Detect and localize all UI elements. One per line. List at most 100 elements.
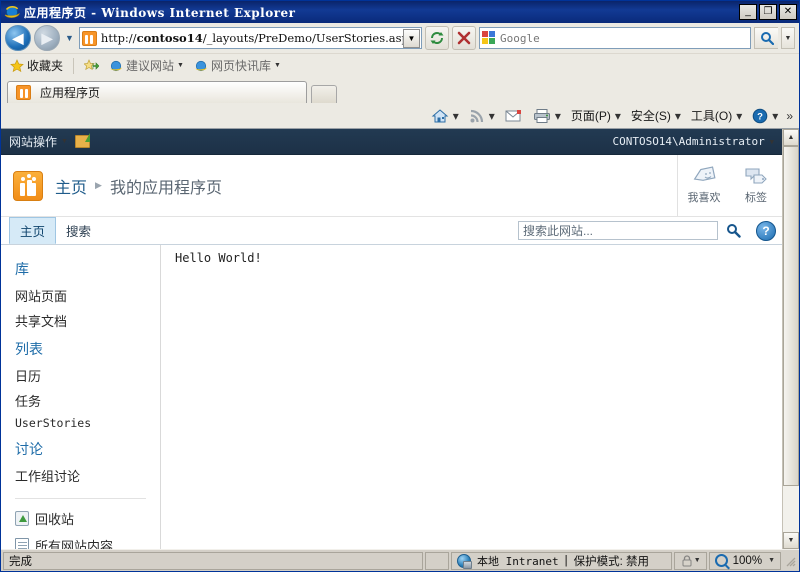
browser-search-dropdown[interactable]: ▼ [781, 27, 795, 49]
favorites-button[interactable]: 收藏夹 [7, 56, 66, 75]
svg-text:?: ? [757, 111, 763, 122]
page-menu-label: 页面(P) [570, 109, 611, 123]
read-mail-button[interactable] [501, 107, 527, 125]
status-bar: 完成 本地 Intranet | 保护模式: 禁用 ▼ 100% ▼ [1, 549, 799, 571]
close-button[interactable]: ✕ [779, 4, 797, 20]
safety-menu-button[interactable]: 安全(S) ▾ [627, 105, 685, 126]
site-tab-home[interactable]: 主页 [9, 217, 57, 244]
suggested-sites-button[interactable]: 建议网站 ▼ [106, 56, 187, 75]
web-slice-gallery-button[interactable]: 网页快讯库 ▼ [191, 56, 284, 75]
site-actions-group: 网站操作 ▼ [9, 133, 90, 150]
quick-launch-item-site-pages[interactable]: 网站页面 [15, 286, 160, 305]
site-search-button[interactable] [722, 221, 744, 240]
tab-app-page[interactable]: 应用程序页 [7, 81, 307, 103]
magnifier-icon [760, 32, 774, 45]
chevron-down-icon: ▾ [674, 108, 681, 123]
help-menu-button[interactable]: ? ▾ [748, 106, 782, 126]
address-path: /_layouts/PreDemo/UserStories.aspx [202, 31, 403, 45]
back-button[interactable]: ◀ [5, 25, 31, 51]
scroll-down-button[interactable]: ▼ [783, 532, 799, 549]
address-input[interactable]: http://contoso14/_layouts/PreDemo/UserSt… [78, 27, 422, 49]
chevron-down-icon: ▾ [736, 108, 743, 123]
safety-menu-label: 安全(S) [630, 109, 671, 123]
site-header: 主页 ▶ 我的应用程序页 我喜欢 标签 [1, 155, 782, 217]
refresh-button[interactable] [425, 26, 449, 50]
feeds-button[interactable]: ▾ [465, 106, 499, 126]
i-like-it-button[interactable]: 我喜欢 [678, 155, 730, 216]
home-button[interactable]: ▾ [427, 106, 463, 126]
quick-launch-item-tasks[interactable]: 任务 [15, 391, 160, 410]
suggested-sites-label: 建议网站 [126, 59, 175, 73]
window-title: 应用程序页 - Windows Internet Explorer [24, 5, 296, 20]
tags-and-notes-button[interactable]: 标签 [730, 155, 782, 216]
page-menu-button[interactable]: 页面(P) ▾ [567, 105, 625, 126]
browser-search-input[interactable]: Google [479, 27, 751, 49]
address-dropdown-button[interactable]: ▼ [403, 28, 420, 48]
history-dropdown-icon[interactable]: ▼ [63, 33, 76, 43]
new-tab-button[interactable] [311, 85, 337, 103]
window-controls: _ ❐ ✕ [739, 4, 797, 20]
quick-launch-item-shared-documents[interactable]: 共享文档 [15, 311, 160, 330]
site-help-button[interactable]: ? [756, 220, 776, 241]
zoom-control[interactable]: 100% ▼ [708, 551, 781, 570]
chevron-down-icon: ▼ [61, 138, 68, 145]
all-site-content-label: 所有网站内容 [35, 539, 114, 549]
resize-grip[interactable] [783, 554, 797, 568]
quick-launch-item-team-discussion[interactable]: 工作组讨论 [15, 466, 160, 485]
help-icon: ? [752, 108, 768, 123]
site-actions-menu[interactable]: 网站操作 ▼ [9, 133, 68, 150]
tools-menu-label: 工具(O) [690, 109, 733, 123]
security-zone-indicator[interactable]: 本地 Intranet | 保护模式: 禁用 [451, 551, 672, 570]
recycle-bin-label: 回收站 [35, 512, 75, 527]
scrollbar-thumb[interactable] [783, 146, 799, 486]
sharepoint-page: 网站操作 ▼ CONTOSO14\Administrator ▼ 主页 ▶ 我的… [1, 129, 782, 549]
scrollbar-track[interactable] [783, 146, 799, 532]
minimize-button[interactable]: _ [739, 4, 757, 20]
quick-launch-item-recycle-bin[interactable]: 回收站 [15, 509, 160, 528]
privacy-indicator[interactable]: ▼ [673, 551, 707, 570]
breadcrumb-separator-icon: ▶ [95, 180, 102, 190]
edit-page-icon[interactable] [74, 133, 90, 148]
command-bar-overflow-button[interactable]: » [784, 109, 793, 123]
chevron-down-icon: ▾ [614, 108, 621, 123]
quick-launch-heading-lists: 列表 [15, 341, 43, 357]
scroll-up-button[interactable]: ▲ [783, 129, 799, 146]
stop-button[interactable] [452, 26, 476, 50]
vertical-scrollbar[interactable]: ▲ ▼ [782, 129, 799, 549]
forward-button[interactable]: ▶ [34, 25, 60, 51]
site-tab-search[interactable]: 搜索 [56, 217, 101, 244]
status-slot-1 [425, 551, 449, 570]
tag-note-icon [743, 166, 769, 186]
breadcrumb-home-link[interactable]: 主页 [55, 174, 87, 198]
quick-launch-item-calendar[interactable]: 日历 [15, 366, 160, 385]
quick-launch-heading-discussions: 讨论 [15, 441, 43, 457]
home-icon [431, 108, 449, 122]
maximize-button[interactable]: ❐ [759, 4, 777, 20]
breadcrumb: 主页 ▶ 我的应用程序页 [55, 174, 222, 198]
recycle-bin-icon [15, 511, 29, 526]
favorites-label: 收藏夹 [27, 59, 64, 73]
site-nav-row: 主页 搜索 搜索此网站... ? [1, 217, 782, 245]
tools-menu-button[interactable]: 工具(O) ▾ [687, 105, 746, 126]
zone-separator: | [564, 554, 568, 567]
quick-launch-divider [15, 498, 146, 499]
tab-favicon [16, 85, 31, 100]
favorites-separator [73, 57, 75, 74]
add-to-favorites-bar-button[interactable] [81, 58, 102, 74]
forward-arrow-icon: ▶ [41, 30, 53, 46]
chevron-down-icon: ▾ [772, 108, 779, 123]
quick-launch-heading-libraries: 库 [15, 261, 29, 277]
intranet-zone-icon [457, 553, 472, 569]
site-actions-label: 网站操作 [9, 135, 58, 149]
web-slice-label: 网页快讯库 [210, 59, 271, 73]
chevron-down-icon: ▼ [693, 557, 701, 564]
favorites-bar: 收藏夹 建议网站 ▼ 网页快讯库 ▼ [1, 53, 799, 77]
zone-label: 本地 Intranet [477, 554, 559, 568]
quick-launch-item-all-site-content[interactable]: 所有网站内容 [15, 536, 160, 549]
quick-launch-item-userstories[interactable]: UserStories [15, 416, 160, 430]
chevron-down-icon: ▾ [488, 108, 495, 123]
print-button[interactable]: ▾ [529, 106, 565, 126]
site-search-input[interactable]: 搜索此网站... [518, 221, 718, 240]
user-menu[interactable]: CONTOSO14\Administrator ▼ [612, 135, 774, 148]
browser-search-go-button[interactable] [754, 27, 778, 49]
